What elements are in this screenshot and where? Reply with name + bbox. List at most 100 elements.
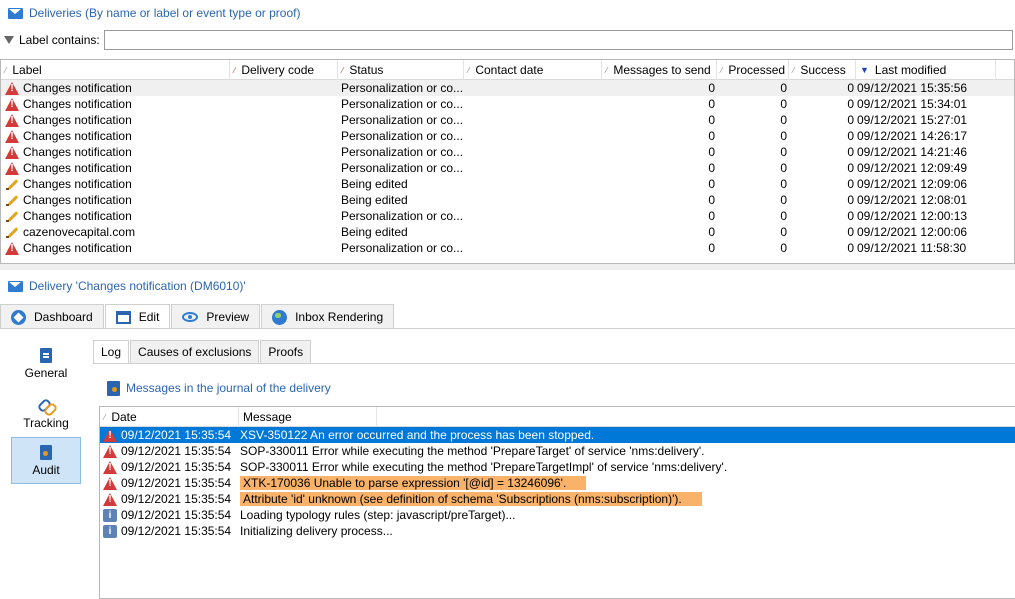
col-date[interactable]: ⁄ Date xyxy=(100,407,239,427)
col-message[interactable]: Message xyxy=(239,407,377,427)
col-status[interactable]: ⁄ Status xyxy=(338,60,464,80)
table-row[interactable]: Changes notification Personalization or c… xyxy=(1,112,1014,128)
delivery-header: Delivery 'Changes notification (DM6010)' xyxy=(0,275,246,297)
tab-inbox-rendering[interactable]: Inbox Rendering xyxy=(261,304,395,329)
grid-body: Changes notification Personalization or c… xyxy=(1,80,1014,256)
nav-audit[interactable]: Audit xyxy=(11,437,81,484)
delivery-title: Delivery 'Changes notification (DM6010)' xyxy=(29,279,246,293)
cell-processed: 0 xyxy=(780,81,787,95)
table-row[interactable]: Changes notification Personalization or c… xyxy=(1,80,1014,96)
cell-status: Personalization or co... xyxy=(341,145,464,159)
log-row[interactable]: 09/12/2021 15:35:54XTK-170036 Unable to … xyxy=(100,475,1015,491)
info-icon xyxy=(103,508,117,522)
cell-label: Changes notification xyxy=(1,192,230,208)
cell-last-modified: 09/12/2021 15:34:01 xyxy=(857,97,968,111)
log-row[interactable]: 09/12/2021 15:35:54Loading typology rule… xyxy=(100,507,1015,523)
table-row[interactable]: Changes notification Personalization or c… xyxy=(1,144,1014,160)
cell-label: Changes notification xyxy=(1,144,230,160)
cell-messages-to-send: 0 xyxy=(708,113,715,127)
tab-divider xyxy=(0,328,1015,329)
cell-delivery-code xyxy=(230,144,338,160)
cell-date: 09/12/2021 15:35:54 xyxy=(100,444,239,458)
cell-processed: 0 xyxy=(780,209,787,223)
preview-icon xyxy=(182,312,199,322)
cell-date: 09/12/2021 15:35:54 xyxy=(100,476,239,490)
globe-icon xyxy=(272,309,288,325)
cell-messages-to-send: 0 xyxy=(708,81,715,95)
cell-processed: 0 xyxy=(780,129,787,143)
splitter[interactable] xyxy=(0,264,1015,270)
warning-icon xyxy=(5,113,19,127)
cell-delivery-code xyxy=(230,192,338,208)
mail-icon xyxy=(8,7,23,19)
cell-delivery-code xyxy=(230,96,338,112)
col-success[interactable]: ⁄ Success xyxy=(789,60,856,80)
tab-dashboard[interactable]: Dashboard xyxy=(0,304,104,329)
cell-status: Being edited xyxy=(341,177,408,191)
filter-bar: Label contains: xyxy=(0,29,1015,51)
col-delivery-code[interactable]: ⁄ Delivery code xyxy=(230,60,338,80)
cell-status: Being edited xyxy=(341,193,408,207)
filter-label: Label contains: xyxy=(19,33,100,47)
table-row[interactable]: Changes notification Being edited 0 0 0 09/12… xyxy=(1,176,1014,192)
cell-status: Personalization or co... xyxy=(341,129,464,143)
tab-edit[interactable]: Edit xyxy=(104,304,171,329)
table-row[interactable]: cazenovecapital.com Being edited 0 0 0 09/12/… xyxy=(1,224,1014,240)
cell-status: Personalization or co... xyxy=(341,81,464,95)
cell-delivery-code xyxy=(230,176,338,192)
cell-contact-date xyxy=(464,80,602,96)
log-row[interactable]: 09/12/2021 15:35:54Initializing delivery… xyxy=(100,523,1015,539)
col-last-modified[interactable]: ▼ Last modified xyxy=(856,60,996,80)
log-body: 09/12/2021 15:35:54XSV-350122 An error o… xyxy=(100,427,1015,539)
nav-tracking[interactable]: Tracking xyxy=(11,391,81,435)
tab-preview[interactable]: Preview xyxy=(171,304,261,329)
warning-icon xyxy=(103,460,117,474)
table-row[interactable]: Changes notification Personalization or c… xyxy=(1,128,1014,144)
table-row[interactable]: Changes notification Being edited 0 0 0 09/12… xyxy=(1,192,1014,208)
cell-date: 09/12/2021 15:35:54 xyxy=(100,508,239,522)
label-filter-input[interactable] xyxy=(103,30,1013,50)
cell-messages-to-send: 0 xyxy=(708,225,715,239)
col-processed[interactable]: ⁄ Processed xyxy=(717,60,789,80)
cell-success: 0 xyxy=(847,225,854,239)
cell-messages-to-send: 0 xyxy=(708,145,715,159)
cell-date: 09/12/2021 15:35:54 xyxy=(100,492,239,506)
filter-icon xyxy=(4,36,14,44)
cell-messages-to-send: 0 xyxy=(708,97,715,111)
cell-last-modified: 09/12/2021 12:09:49 xyxy=(857,161,968,175)
cell-label: Changes notification xyxy=(1,176,230,192)
grid-header: ⁄ Label ⁄ Delivery code ⁄ Status ⁄ Contact d… xyxy=(1,60,1014,80)
warning-icon xyxy=(5,129,19,143)
nav-general[interactable]: General xyxy=(11,342,81,386)
cell-success: 0 xyxy=(847,193,854,207)
table-row[interactable]: Changes notification Personalization or c… xyxy=(1,160,1014,176)
warning-icon xyxy=(5,161,19,175)
cell-last-modified: 09/12/2021 11:58:30 xyxy=(857,241,967,255)
table-row[interactable]: Changes notification Personalization or c… xyxy=(1,208,1014,224)
cell-label: Changes notification xyxy=(1,160,230,176)
cell-messages-to-send: 0 xyxy=(708,177,715,191)
subtab-log[interactable]: Log xyxy=(93,340,130,363)
col-label[interactable]: ⁄ Label xyxy=(1,60,230,80)
pencil-icon xyxy=(5,226,19,239)
tracking-icon xyxy=(38,397,54,413)
subtab-causes-of-exclusions[interactable]: Causes of exclusions xyxy=(130,340,260,363)
cell-label: Changes notification xyxy=(1,80,230,96)
col-contact-date[interactable]: ⁄ Contact date xyxy=(464,60,602,80)
subtab-proofs[interactable]: Proofs xyxy=(260,340,312,363)
table-row[interactable]: Changes notification Personalization or c… xyxy=(1,96,1014,112)
col-messages-to-send[interactable]: ⁄ Messages to send xyxy=(602,60,717,80)
journal-icon xyxy=(107,380,120,396)
cell-label: Changes notification xyxy=(1,208,230,224)
cell-contact-date xyxy=(464,112,602,128)
log-row[interactable]: 09/12/2021 15:35:54Attribute 'id' unknow… xyxy=(100,491,1015,507)
cell-date: 09/12/2021 15:35:54 xyxy=(100,460,239,474)
log-row[interactable]: 09/12/2021 15:35:54SOP-330011 Error whil… xyxy=(100,459,1015,475)
cell-status: Personalization or co... xyxy=(341,113,464,127)
log-row[interactable]: 09/12/2021 15:35:54SOP-330011 Error whil… xyxy=(100,443,1015,459)
table-row[interactable]: Changes notification Personalization or c… xyxy=(1,240,1014,256)
cell-messages-to-send: 0 xyxy=(708,161,715,175)
cell-success: 0 xyxy=(847,81,854,95)
cell-success: 0 xyxy=(847,209,854,223)
log-row[interactable]: 09/12/2021 15:35:54XSV-350122 An error o… xyxy=(100,427,1015,443)
